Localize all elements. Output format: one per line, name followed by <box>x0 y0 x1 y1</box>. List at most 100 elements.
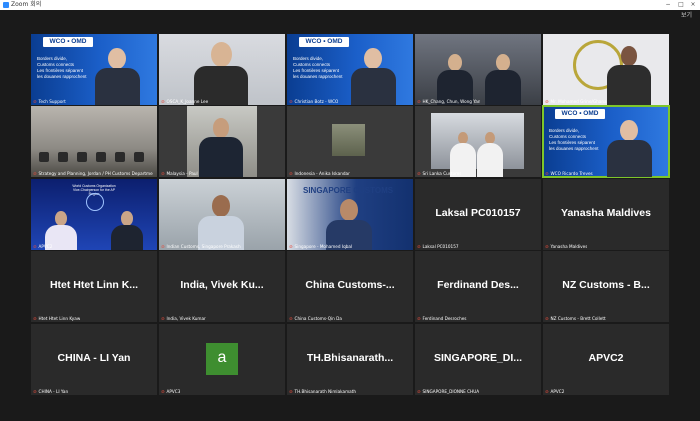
participant-tile[interactable]: ⊘ Indonesia - Anika Iskandar <box>287 106 413 177</box>
participant-display-name: China Customs-... <box>305 279 395 291</box>
participant-body <box>477 143 503 177</box>
participant-name: Indian Customs, Singapore Prakash <box>166 244 241 249</box>
participant-name: HK_Chang, Chun, Wong Yan <box>422 99 481 104</box>
mic-muted-icon: ⊘ <box>545 99 549 104</box>
participant-display-name: SINGAPORE_DI... <box>433 352 523 364</box>
wco-logo: WCO • OMD <box>299 37 349 47</box>
mic-muted-icon: ⊘ <box>161 316 165 321</box>
participant-tile[interactable]: India, Vivek Ku... ⊘ India, Vivek Kumar <box>159 251 285 322</box>
participant-tile[interactable]: a ⊘ APVC3 <box>159 324 285 395</box>
participant-tile[interactable]: APVC2 ⊘ APVC2 <box>543 324 669 395</box>
participant-tile[interactable]: ⊘ Mr. Mohamed Grine/Ghana <box>543 34 669 105</box>
wco-slogan: Borders divide, Customs connects Les front… <box>293 56 343 80</box>
participant-name-label: ⊘ China Customs-Qin Da <box>289 316 342 321</box>
participant-name: NZ Customs - Brett Collett <box>550 316 606 321</box>
participant-display-name: TH.Bhisanarath... <box>306 352 394 364</box>
chair <box>134 152 144 162</box>
participant-head <box>458 132 468 144</box>
participant-tile[interactable]: CHINA - LI Yan ⊘ CHINA - LI Yan <box>31 324 157 395</box>
participant-name-label: ⊘ Ferdinand Desroches <box>417 316 467 321</box>
mic-muted-icon: ⊘ <box>33 316 37 321</box>
mic-muted-icon: ⊘ <box>417 316 421 321</box>
participant-tile[interactable]: Laksal PC010157 ⊘ Laksal PC010157 <box>415 179 541 250</box>
participant-tile[interactable]: ⊘ Indian Customs, Singapore Prakash <box>159 179 285 250</box>
participant-name: Malaysia - Paul <box>166 171 198 176</box>
mic-muted-icon: ⊘ <box>545 316 549 321</box>
participant-head <box>485 132 495 144</box>
participant-name-label: ⊘ APVC2 <box>545 389 564 394</box>
participant-tile[interactable]: WCO • OMD Borders divide, Customs connects… <box>31 34 157 105</box>
participant-tile[interactable]: SINGAPORE CUSTOMS ⊘ Singapore - Mohamed Iq… <box>287 179 413 250</box>
participant-tile[interactable]: WCO • OMD Borders divide, Customs connects… <box>287 34 413 105</box>
participant-tile[interactable]: Ferdinand Des... ⊘ Ferdinand Desroches <box>415 251 541 322</box>
participant-name-label: ⊘ WCO Ricardo Treves <box>545 171 593 176</box>
participant-tile[interactable]: SINGAPORE_DI... ⊘ SINGAPORE_DIONNE CHUA <box>415 324 541 395</box>
participant-avatar: a <box>206 343 238 375</box>
participant-tile[interactable]: China Customs-... ⊘ China Customs-Qin Da <box>287 251 413 322</box>
participant-head <box>339 199 359 221</box>
mic-muted-icon: ⊘ <box>417 99 421 104</box>
participant-display-name: Yanasha Maldives <box>561 207 651 219</box>
participant-name: Sri Lanka Customs <box>422 171 462 176</box>
participant-tile[interactable]: NZ Customs - B... ⊘ NZ Customs - Brett Col… <box>543 251 669 322</box>
participant-display-name: Ferdinand Des... <box>437 279 519 291</box>
participant-name: WCO Ricardo Treves <box>550 171 593 176</box>
participant-name: TH.Bhisanarath Nimlakamath <box>294 389 357 394</box>
participant-name: India, Vivek Kumar <box>166 316 206 321</box>
participant-name: SINGAPORE_DIONNE CHUA <box>422 389 480 394</box>
participant-name-label: ⊘ Singapore - Mohamed Iqbal <box>289 244 352 249</box>
participant-name: China Customs-Qin Da <box>294 316 342 321</box>
mic-muted-icon: ⊘ <box>33 389 37 394</box>
participant-head <box>108 48 126 69</box>
participant-tile[interactable]: WCO • OMD Borders divide, Customs connects… <box>542 105 670 178</box>
participant-name-label: ⊘ Malaysia - Paul <box>161 171 198 176</box>
participant-name-label: ⊘ CHINA - LI Yan <box>33 389 68 394</box>
chair <box>96 152 106 162</box>
participant-display-name: India, Vivek Ku... <box>180 279 264 291</box>
mic-muted-icon: ⊘ <box>289 99 293 104</box>
mic-muted-icon: ⊘ <box>161 99 165 104</box>
singapore-customs-banner: SINGAPORE CUSTOMS <box>303 186 394 195</box>
participant-tile[interactable]: World Customs Organization Vice-Chairper… <box>31 179 157 250</box>
participant-name-label: ⊘ Laksal PC010157 <box>417 244 459 249</box>
mic-muted-icon: ⊘ <box>545 244 549 249</box>
participant-display-name: NZ Customs - B... <box>562 279 650 291</box>
participant-tile[interactable]: ⊘ Sri Lanka Customs <box>415 106 541 177</box>
participant-name-label: ⊘ APVC2 <box>33 244 52 249</box>
participant-tile[interactable]: Yanasha Maldives ⊘ Yanasha Maldives <box>543 179 669 250</box>
mic-muted-icon: ⊘ <box>161 244 165 249</box>
participant-name-label: ⊘ Yanasha Maldives <box>545 244 587 249</box>
participant-body <box>350 68 396 105</box>
participant-head <box>364 48 382 69</box>
participant-tile[interactable]: TH.Bhisanarath... ⊘ TH.Bhisanarath Nimlaka… <box>287 324 413 395</box>
participant-body <box>485 70 521 105</box>
mic-muted-icon: ⊘ <box>33 171 37 176</box>
participant-tile[interactable]: ⊘ Strategy and Planning, Jordan / PH Cust… <box>31 106 157 177</box>
participant-tile[interactable]: Htet Htet Linn K... ⊘ Htet Htet Linn Kyaw <box>31 251 157 322</box>
wco-slogan-line: les douanes rapprochent <box>293 74 343 79</box>
participant-name: APVC2 <box>550 389 565 394</box>
participant-display-name: Laksal PC010157 <box>435 207 521 219</box>
participant-tile[interactable]: ⊘ OSCA_K_Joanne Lee <box>159 34 285 105</box>
participant-name-label: ⊘ Christian Botz - WCO <box>289 99 338 104</box>
participant-name: Strategy and Planning, Jordan / PH Custo… <box>38 171 153 176</box>
participant-name-label: ⊘ TH.Bhisanarath Nimlakamath <box>289 389 356 394</box>
participant-head <box>496 54 510 71</box>
wco-slogan: Borders divide, Customs connects Les front… <box>549 128 599 152</box>
participant-name: Htet Htet Linn Kyaw <box>38 316 81 321</box>
mic-muted-icon: ⊘ <box>33 99 37 104</box>
chair <box>39 152 49 162</box>
participant-name-label: ⊘ Indonesia - Anika Iskandar <box>289 171 350 176</box>
participant-gallery: WCO • OMD Borders divide, Customs connects… <box>0 0 700 421</box>
participant-tile[interactable]: ⊘ HK_Chang, Chun, Wong Yan <box>415 34 541 105</box>
participant-body <box>110 225 144 250</box>
participant-name-label: ⊘ Tech Support <box>33 99 66 104</box>
participant-display-name: APVC2 <box>588 352 624 364</box>
participant-tile[interactable]: ⊘ Malaysia - Paul <box>159 106 285 177</box>
participant-name: APVC2 <box>38 244 53 249</box>
participant-body <box>199 137 243 177</box>
participant-name-label: ⊘ Sri Lanka Customs <box>417 171 461 176</box>
chair <box>58 152 68 162</box>
mic-muted-icon: ⊘ <box>417 244 421 249</box>
participant-name-label: ⊘ OSCA_K_Joanne Lee <box>161 99 208 104</box>
